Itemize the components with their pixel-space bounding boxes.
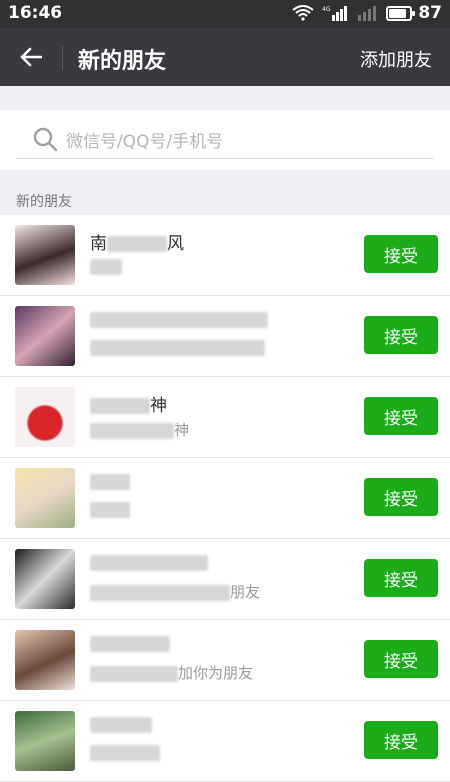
accept-button[interactable]: 接受 — [364, 397, 438, 435]
search-bar: 微信号/QQ号/手机号 — [0, 110, 450, 170]
accept-button[interactable]: 接受 — [364, 478, 438, 516]
section-label: 新的朋友 — [16, 194, 72, 210]
battery-icon — [386, 5, 416, 21]
list-item[interactable]: 接受 — [0, 458, 450, 539]
list-item[interactable]: 朋友 接受 — [0, 539, 450, 620]
battery-percent: 87 — [418, 3, 442, 23]
list-item[interactable]: 接受 — [0, 701, 450, 782]
avatar — [15, 549, 75, 609]
avatar — [15, 711, 75, 771]
avatar — [15, 630, 75, 690]
list-item[interactable]: 加你为朋友 接受 — [0, 620, 450, 701]
request-name — [90, 715, 152, 735]
request-name: 南风 — [90, 234, 184, 254]
title-divider — [62, 46, 63, 70]
request-name — [90, 634, 170, 654]
list-item[interactable]: 接受 — [0, 296, 450, 377]
list-item[interactable]: 神 神 接受 — [0, 377, 450, 458]
signal-icon: 4G — [322, 6, 348, 21]
request-message: 加你为朋友 — [90, 662, 253, 683]
search-icon — [33, 127, 58, 152]
status-bar: 16:46 4G 87 — [0, 0, 450, 28]
request-message — [90, 257, 122, 275]
title-bar: 新的朋友 添加朋友 — [0, 28, 450, 86]
avatar — [15, 306, 75, 366]
avatar — [15, 225, 75, 285]
request-message: 神 — [90, 419, 189, 440]
accept-button[interactable]: 接受 — [364, 235, 438, 273]
add-friend-button[interactable]: 添加朋友 — [360, 46, 432, 72]
page-title: 新的朋友 — [78, 49, 167, 74]
accept-button[interactable]: 接受 — [364, 316, 438, 354]
battery: 87 — [386, 3, 442, 23]
accept-button[interactable]: 接受 — [364, 559, 438, 597]
request-message — [90, 743, 160, 761]
request-name — [90, 310, 268, 330]
search-input[interactable]: 微信号/QQ号/手机号 — [16, 120, 434, 159]
status-indicators: 4G 87 — [292, 3, 442, 23]
battery-fill — [389, 8, 407, 18]
request-name — [90, 553, 208, 573]
status-time: 16:46 — [8, 3, 63, 23]
arrow-left-icon — [20, 47, 42, 67]
request-message — [90, 500, 130, 518]
back-button[interactable] — [14, 42, 48, 72]
wifi-icon — [292, 5, 314, 21]
request-name — [90, 472, 130, 492]
request-name: 神 — [90, 391, 167, 416]
avatar — [15, 468, 75, 528]
network-label: 4G — [322, 6, 331, 13]
request-message — [90, 338, 265, 356]
search-placeholder: 微信号/QQ号/手机号 — [66, 131, 224, 152]
friend-request-list: 南风 接受 接受 神 神 接受 接受 朋友 接受 加你为朋友 接受 接受 — [0, 215, 450, 782]
accept-button[interactable]: 接受 — [364, 721, 438, 759]
list-item[interactable]: 南风 接受 — [0, 215, 450, 296]
signal-weak-icon — [358, 6, 377, 21]
accept-button[interactable]: 接受 — [364, 640, 438, 678]
avatar — [15, 387, 75, 447]
request-message: 朋友 — [90, 581, 260, 602]
